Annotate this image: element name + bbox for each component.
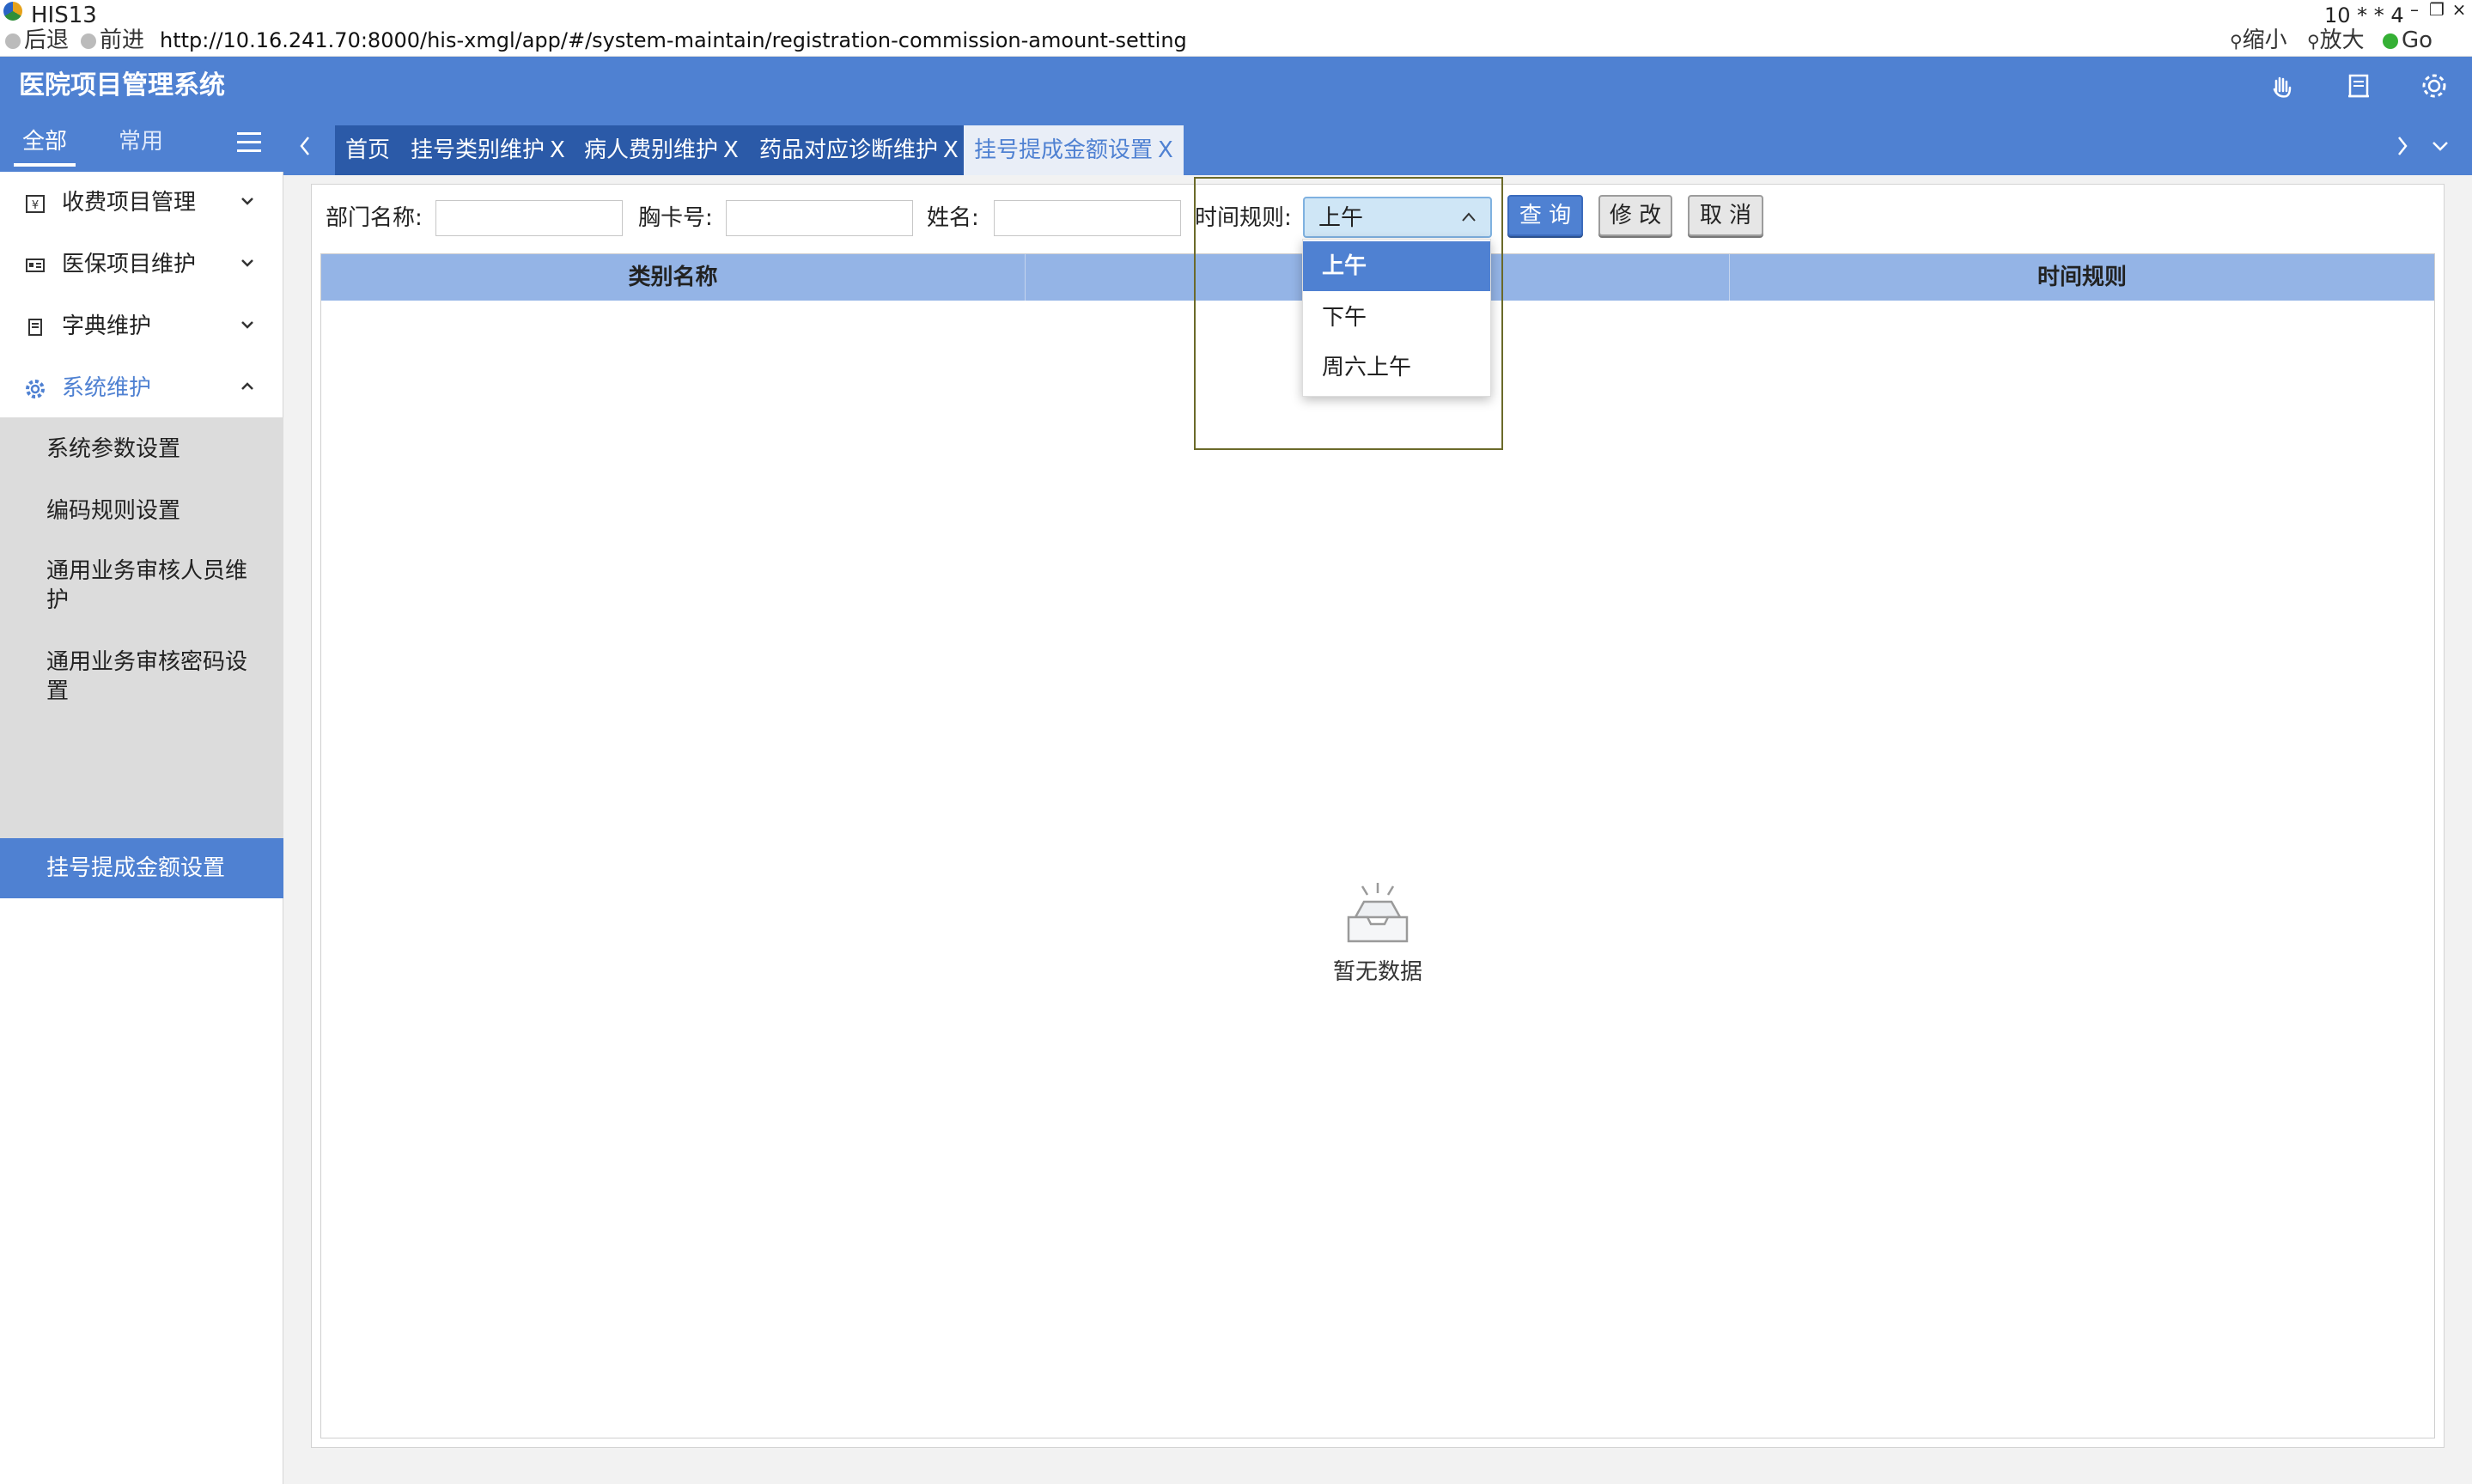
book-icon [28,319,42,336]
cancel-button[interactable]: 取 消 [1688,195,1763,236]
menu-dictionary-label: 字典维护 [62,313,152,339]
column-header-time-rule[interactable]: 时间规则 [1730,254,2434,301]
system-maintenance-submenu: 系统参数设置 编码规则设置 通用业务审核人员维护 通用业务审核密码设置 挂号提成… [0,417,283,898]
empty-text: 暂无数据 [1332,959,1422,985]
restore-icon[interactable]: ❐ [2427,0,2446,19]
tab-close-icon[interactable]: X [943,137,959,163]
close-window-icon[interactable]: × [2450,0,2469,19]
document-icon[interactable] [2343,70,2374,101]
menu-fee-items[interactable]: ¥ 收费项目管理 [0,172,283,234]
forward-icon [81,33,96,49]
tab-close-icon[interactable]: X [550,137,565,163]
app-header: 医院项目管理系统 [0,57,2472,115]
tab-strip: 首页 挂号类别维护 X 病人费别维护 X 药品对应诊断维护 X 挂号提成金额设置 X [283,115,2472,175]
tab-scroll-right-icon[interactable] [2390,129,2415,163]
tab-registration-category[interactable]: 挂号类别维护 X [400,125,575,175]
chevron-down-icon [241,321,253,329]
go-button[interactable]: Go [2383,27,2432,53]
app-title: 医院项目管理系统 [19,70,225,100]
query-button[interactable]: 查 询 [1507,195,1583,236]
chevron-down-icon [241,259,253,267]
submenu-registration-commission[interactable]: 挂号提成金额设置 [0,838,283,898]
name-input[interactable] [994,200,1181,236]
minimize-icon[interactable]: – [2405,0,2424,19]
dropdown-option-saturday-morning[interactable]: 周六上午 [1303,343,1490,392]
hand-icon[interactable] [2266,70,2297,101]
url-text[interactable]: http://10.16.241.70:8000/his-xmgl/app/#/… [160,27,1187,53]
dept-label: 部门名称: [326,205,423,231]
empty-state: 暂无数据 [1318,881,1438,987]
tab-scroll-left-icon[interactable] [292,129,318,163]
svg-text:¥: ¥ [32,199,39,212]
edit-button[interactable]: 修 改 [1598,195,1672,236]
fee-icon: ¥ [26,195,45,213]
menu-dictionary[interactable]: 字典维护 [0,295,283,357]
window-title-bar: HIS13 10 * * 4 – ❐ × [0,0,2472,27]
dropdown-option-afternoon[interactable]: 下午 [1303,293,1490,343]
menu-system-maintenance-label: 系统维护 [62,375,152,401]
tab-patient-fee-type[interactable]: 病人费别维护 X [574,125,749,175]
menu-insurance-items[interactable]: 医保项目维护 [0,234,283,295]
sidebar-tab-common[interactable]: 常用 [119,127,163,156]
zoom-in-button[interactable]: ⚲放大 [2307,27,2365,53]
dropdown-option-morning[interactable]: 上午 [1303,241,1490,291]
empty-inbox-icon [1347,883,1409,943]
zoom-out-button[interactable]: ⚲缩小 [2230,27,2287,53]
card-label: 胸卡号: [638,205,713,231]
sidebar: 全部 常用 ¥ 收费项目管理 医保项目维护 字典维护 系统维护 系统参数设置 编… [0,115,283,1484]
zoom-out-icon: ⚲ [2230,31,2243,52]
tab-close-icon[interactable]: X [723,137,739,163]
back-button[interactable]: 后退 [5,27,69,53]
tab-list-dropdown-icon[interactable] [2427,129,2453,163]
app-logo-icon [3,2,22,21]
settings-icon[interactable] [2419,70,2450,101]
column-header-category[interactable]: 类别名称 [321,254,1026,301]
forward-button[interactable]: 前进 [81,27,144,53]
tab-home[interactable]: 首页 [335,125,401,175]
menu-toggle-icon[interactable] [237,132,261,155]
dept-input[interactable] [435,200,623,236]
back-icon [5,33,21,49]
submenu-code-rules[interactable]: 编码规则设置 [0,496,283,526]
chevron-up-icon [241,382,253,390]
name-label: 姓名: [927,205,979,231]
zoom-in-icon: ⚲ [2307,31,2320,52]
tab-close-icon[interactable]: X [1158,137,1173,163]
submenu-system-params[interactable]: 系统参数设置 [0,435,283,464]
tab-registration-commission[interactable]: 挂号提成金额设置 X [964,125,1184,175]
menu-fee-items-label: 收费项目管理 [62,190,197,216]
gear-icon [26,380,45,398]
id-card-icon [26,258,45,272]
address-bar: 后退 前进 http://10.16.241.70:8000/his-xmgl/… [0,24,2472,57]
submenu-audit-personnel[interactable]: 通用业务审核人员维护 [0,556,283,615]
time-rule-dropdown: 上午 下午 周六上午 [1302,239,1491,397]
submenu-audit-password[interactable]: 通用业务审核密码设置 [0,648,283,706]
sidebar-tabs: 全部 常用 [0,115,283,172]
menu-insurance-items-label: 医保项目维护 [62,252,197,277]
menu-system-maintenance[interactable]: 系统维护 [0,357,283,419]
card-number-input[interactable] [726,200,913,236]
chevron-down-icon [241,198,253,205]
sidebar-tab-all[interactable]: 全部 [13,127,76,167]
go-icon [2383,33,2398,49]
tab-drug-diagnosis[interactable]: 药品对应诊断维护 X [749,125,969,175]
